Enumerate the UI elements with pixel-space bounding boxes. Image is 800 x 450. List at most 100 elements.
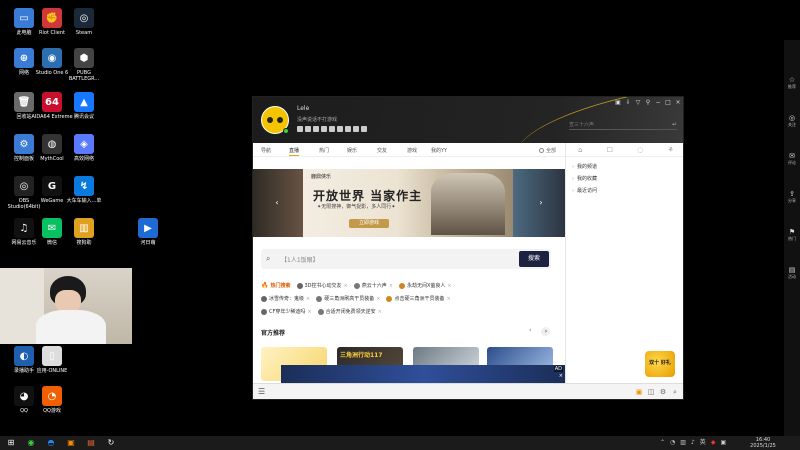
window-control-icon[interactable]: □	[665, 99, 671, 107]
hot-search-item[interactable]: 点击硬三角洲干员装备 ×	[386, 295, 451, 302]
sidebar-item[interactable]: ▤ 活动	[786, 266, 798, 279]
nav-tab[interactable]: 娱乐	[347, 147, 357, 154]
nav-tab[interactable]: 热门	[319, 147, 329, 154]
banner-cta-button[interactable]: 立即游戏	[349, 219, 389, 228]
yy-taskbar-icon[interactable]: ▣	[66, 438, 76, 448]
window-control-icon[interactable]: ▣	[615, 99, 621, 107]
hot-search-item[interactable]: CF穿年少稀迪吗 ×	[261, 308, 312, 315]
remove-icon[interactable]: ×	[376, 296, 380, 302]
window-control-icon[interactable]: −	[655, 99, 661, 107]
promo-badge[interactable]: 双十 好礼	[645, 351, 675, 377]
panel-group[interactable]: › 最近访问	[572, 187, 597, 195]
sidebar-item[interactable]: ◎ 关注	[786, 114, 798, 127]
panel-tab-icon[interactable]: ◌	[637, 146, 643, 154]
remove-icon[interactable]: ×	[307, 309, 311, 315]
panel-group[interactable]: › 我的频道	[572, 163, 597, 171]
user-signature[interactable]: 没声说话不打游戏	[297, 116, 337, 123]
badge-icon[interactable]	[361, 126, 367, 132]
settings-icon[interactable]: ⚙	[659, 388, 667, 396]
hot-search-item[interactable]: 冰雪传奇：鬼级 ×	[261, 295, 310, 302]
sidebar-item[interactable]: ✉ 评论	[786, 152, 798, 165]
remove-icon[interactable]: ×	[447, 283, 451, 289]
chrome-icon[interactable]: ◉	[26, 438, 36, 448]
network-icon[interactable]: ▥	[680, 439, 686, 447]
nav-tab[interactable]: 导航	[261, 147, 271, 154]
nav-tab[interactable]: 交友	[377, 147, 387, 154]
desktop-icon[interactable]: ↯ 大车车输入...单	[66, 176, 102, 204]
gift-icon[interactable]: ▣	[635, 388, 643, 396]
panel-group[interactable]: › 我的收藏	[572, 175, 597, 183]
edge-icon[interactable]: ◓	[46, 438, 56, 448]
panel-tab-icon[interactable]: ⚘	[668, 146, 674, 154]
window-control-icon[interactable]: ⇩	[625, 99, 631, 107]
nav-tab[interactable]: 游戏	[407, 147, 417, 154]
sidebar-item[interactable]: ⚑ 热门	[786, 228, 798, 241]
badge-icon[interactable]	[329, 126, 335, 132]
channel-search[interactable]: ⌕ 【1人1饭眼】 搜索	[261, 249, 551, 269]
badge-icon[interactable]	[313, 126, 319, 132]
desktop-icon[interactable]: ▥ 搜狗助	[66, 218, 102, 246]
search-icon[interactable]: ⌕	[671, 388, 679, 396]
ad-strip[interactable]: AD ×	[281, 365, 565, 383]
window-control-icon[interactable]: ×	[675, 99, 681, 107]
badge-icon[interactable]	[305, 126, 311, 132]
hot-search-item[interactable]: 硬三角洲刷高干员装备 ×	[316, 295, 380, 302]
desktop-icon[interactable]: ▶ 河日萌	[130, 218, 166, 246]
app2-taskbar-icon[interactable]: ↻	[106, 438, 116, 448]
app-tray-icon[interactable]: ◔	[670, 439, 675, 447]
window-control-icon[interactable]: ▽	[635, 99, 641, 107]
clock[interactable]: 16:40 2025/1/25	[748, 437, 778, 449]
desktop-icon[interactable]: ◔ QQ游戏	[34, 386, 70, 414]
banner-main[interactable]: 鹿鼎侠乐 开放世界 当家作主 ✦无限搜神，御气捉影，多人同行✦ 立即游戏	[303, 169, 513, 237]
hot-search-item[interactable]: 燕云十六声 ×	[353, 282, 393, 289]
header-search[interactable]: 查三十六声 ↵	[569, 120, 677, 130]
enter-icon[interactable]: ↵	[672, 120, 677, 130]
hot-search-item[interactable]: 3D控书心动交友 ×	[296, 282, 348, 289]
window-control-icon[interactable]: ⚲	[645, 99, 651, 107]
remove-icon[interactable]: ×	[306, 296, 310, 302]
desktop-app-icon: 🗑	[14, 92, 34, 112]
panel-tab-icon[interactable]: ⌂	[578, 146, 582, 154]
gamepad-icon[interactable]: ◫	[647, 388, 655, 396]
desktop-icon[interactable]: ◈ 高效网络	[66, 134, 102, 162]
badge-icon[interactable]	[321, 126, 327, 132]
hot-search-item[interactable]: 合适开闭免费领天逆安 ×	[317, 308, 382, 315]
search-input[interactable]: 【1人1饭眼】	[281, 255, 319, 264]
badge-icon[interactable]	[345, 126, 351, 132]
remove-icon[interactable]: ×	[378, 309, 382, 315]
desktop-icon[interactable]: ◎ Steam	[66, 8, 102, 36]
badge-icon[interactable]	[353, 126, 359, 132]
app-tray-icon[interactable]: ▣	[720, 439, 726, 447]
expand-tray-icon[interactable]: ⌃	[660, 439, 665, 447]
remove-icon[interactable]: ×	[389, 283, 393, 289]
username[interactable]: Lele	[297, 105, 309, 112]
badge-icon[interactable]	[337, 126, 343, 132]
remove-icon[interactable]: ×	[344, 283, 348, 289]
app-taskbar-icon[interactable]: ▤	[86, 438, 96, 448]
search-button[interactable]: 搜索	[519, 251, 549, 267]
nav-tab[interactable]: 我的YY	[431, 147, 447, 154]
desktop-icon[interactable]: ▯ 应用-ONLINE	[34, 346, 70, 374]
promo-banner[interactable]: 鹿鼎侠乐 开放世界 当家作主 ✦无限搜神，御气捉影，多人同行✦ 立即游戏 ‹ ›	[253, 169, 565, 237]
desktop-icon[interactable]: ⬢ PUBG BATTLEGR...	[66, 48, 102, 82]
badge-icon[interactable]	[297, 126, 303, 132]
recommend-next-icon[interactable]: ›	[541, 327, 551, 336]
desktop-app-icon: ◕	[14, 386, 34, 406]
sidebar-item[interactable]: ⇪ 分享	[786, 190, 798, 203]
security-icon[interactable]: ◆	[711, 439, 716, 447]
input-icon[interactable]: 英	[700, 439, 706, 447]
recommend-prev-icon[interactable]: ‹	[529, 327, 531, 336]
remove-icon[interactable]: ×	[446, 296, 450, 302]
sidebar-item[interactable]: ☆ 推荐	[786, 76, 798, 89]
volume-icon[interactable]: ♪	[691, 439, 695, 447]
filter-radio[interactable]: 全部	[539, 147, 556, 154]
panel-tab-icon[interactable]: ☐	[607, 146, 613, 154]
nav-tab[interactable]: 直播	[289, 147, 300, 156]
ad-close-icon[interactable]: ×	[559, 373, 563, 379]
start-icon[interactable]: ⊞	[6, 438, 16, 448]
banner-prev-icon[interactable]: ‹	[271, 197, 283, 209]
hot-search-item[interactable]: 永劫无间X萤良人 ×	[398, 282, 452, 289]
desktop-icon[interactable]: ▲ 腾讯会议	[66, 92, 102, 120]
menu-icon[interactable]: ☰	[258, 387, 265, 397]
banner-next-icon[interactable]: ›	[535, 197, 547, 209]
